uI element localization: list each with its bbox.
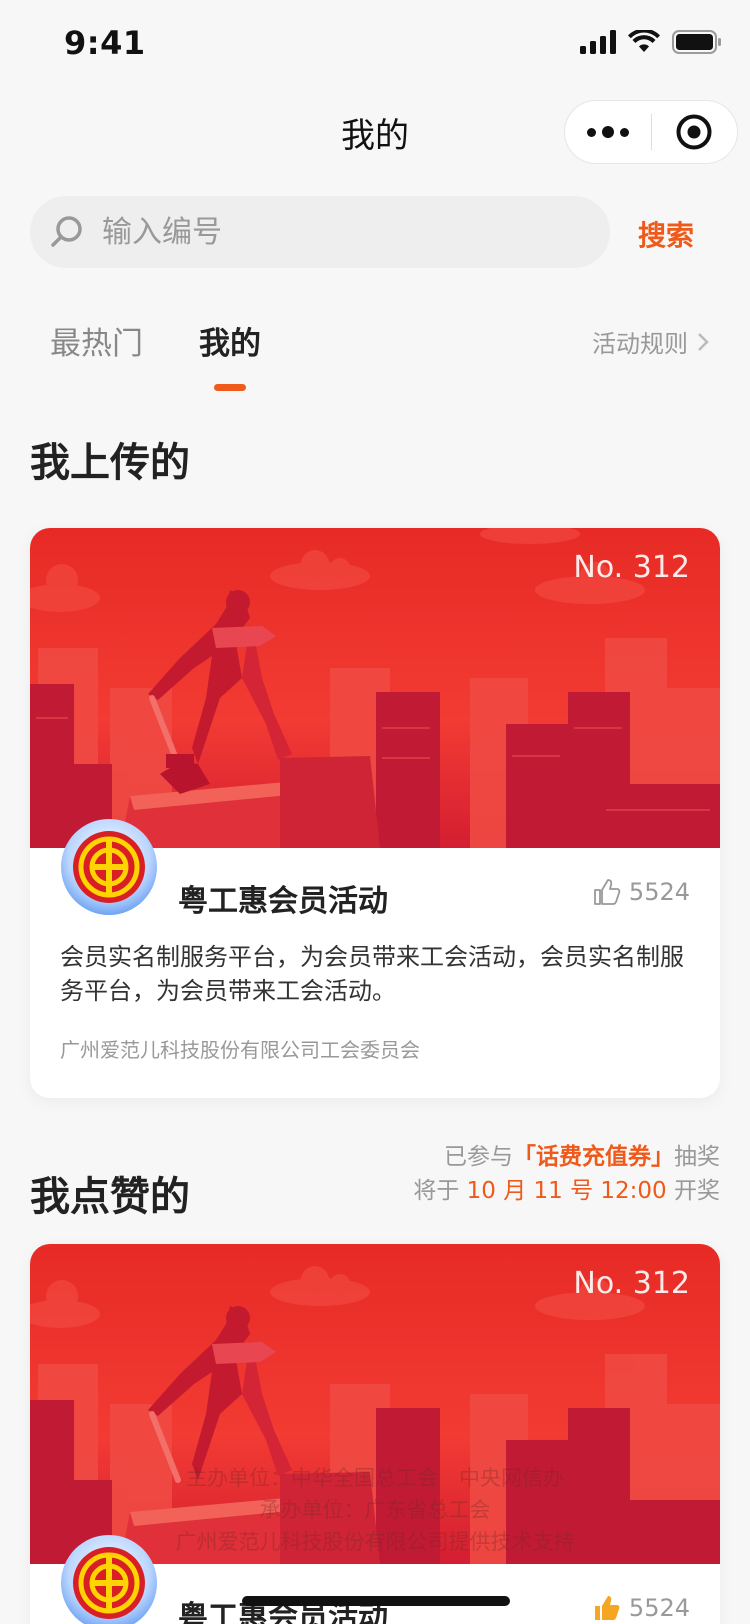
card-number: No. 312 [573,550,690,585]
search-button[interactable]: 搜索 [638,214,694,254]
lottery-line-1: 已参与「话费充值券」抽奖 [413,1140,720,1174]
search-box [30,196,610,268]
activity-card[interactable]: No. 312 粤工惠会员活动 5524 [30,1244,720,1624]
uploaded-section-title: 我上传的 [30,440,190,486]
draw-time: 10 月 11 号 12:00 [466,1178,667,1204]
footer-line-3: 广州爱范儿科技股份有限公司提供技术支持 [175,1530,575,1554]
tab-hottest[interactable]: 最热门 [50,318,143,363]
mini-program-capsule [564,100,738,164]
more-button[interactable] [565,126,651,138]
draw-prefix: 将于 [413,1178,460,1204]
home-indicator [242,1596,510,1606]
tab-bar: 最热门 我的 [50,318,261,363]
like-button[interactable]: 5524 [593,1594,690,1622]
thumbs-up-icon [594,879,621,905]
lottery-line-2: 将于 10 月 11 号 12:00 开奖 [413,1174,720,1208]
union-logo [61,819,157,915]
card-number: No. 312 [573,1266,690,1301]
card-banner: No. 312 [30,528,720,848]
signal-icon [580,30,616,54]
card-organization: 广州爱范儿科技股份有限公司工会委员会 [60,1038,420,1062]
footer-line-1: 主办单位：中华全国总工会 中央网信办 [186,1466,564,1490]
wifi-icon [628,30,660,52]
footer-line-2: 承办单位：广东省总工会 [259,1498,491,1522]
target-icon [676,114,712,150]
draw-suffix: 开奖 [674,1178,720,1204]
lottery-info: 已参与「话费充值券」抽奖 将于 10 月 11 号 12:00 开奖 [413,1140,720,1208]
search-input[interactable] [102,214,582,250]
like-count: 5524 [628,1594,690,1622]
activity-card[interactable]: No. 312 粤工惠会员活动 5524 会员实名制服务平台，为会员带来工会活动… [30,528,720,1098]
activity-rules-link[interactable]: 活动规则 [592,324,710,359]
lottery-prize[interactable]: 「话费充值券」 [513,1144,674,1170]
liked-section-title: 我点赞的 [30,1174,190,1220]
chevron-right-icon [698,332,709,351]
card-description: 会员实名制服务平台，为会员带来工会活动，会员实名制服务平台，为会员带来工会活动。 [60,943,684,1005]
lottery-suffix: 抽奖 [674,1144,720,1170]
status-bar: 9:41 [0,0,750,88]
status-time: 9:41 [64,24,146,62]
thumbs-up-filled-icon [594,1596,620,1620]
search-icon [51,216,82,247]
status-icons [580,30,722,54]
lottery-prefix: 已参与 [444,1144,513,1170]
card-title: 粤工惠会员活动 [178,884,388,919]
battery-icon [672,30,721,54]
activity-rules-label: 活动规则 [592,330,688,358]
close-button[interactable] [652,113,738,151]
footer-credits: 主办单位：中华全国总工会 中央网信办 承办单位：广东省总工会 广州爱范儿科技股份… [0,1462,750,1558]
like-button[interactable]: 5524 [593,878,690,906]
like-count: 5524 [628,878,690,906]
tab-mine[interactable]: 我的 [199,318,261,363]
